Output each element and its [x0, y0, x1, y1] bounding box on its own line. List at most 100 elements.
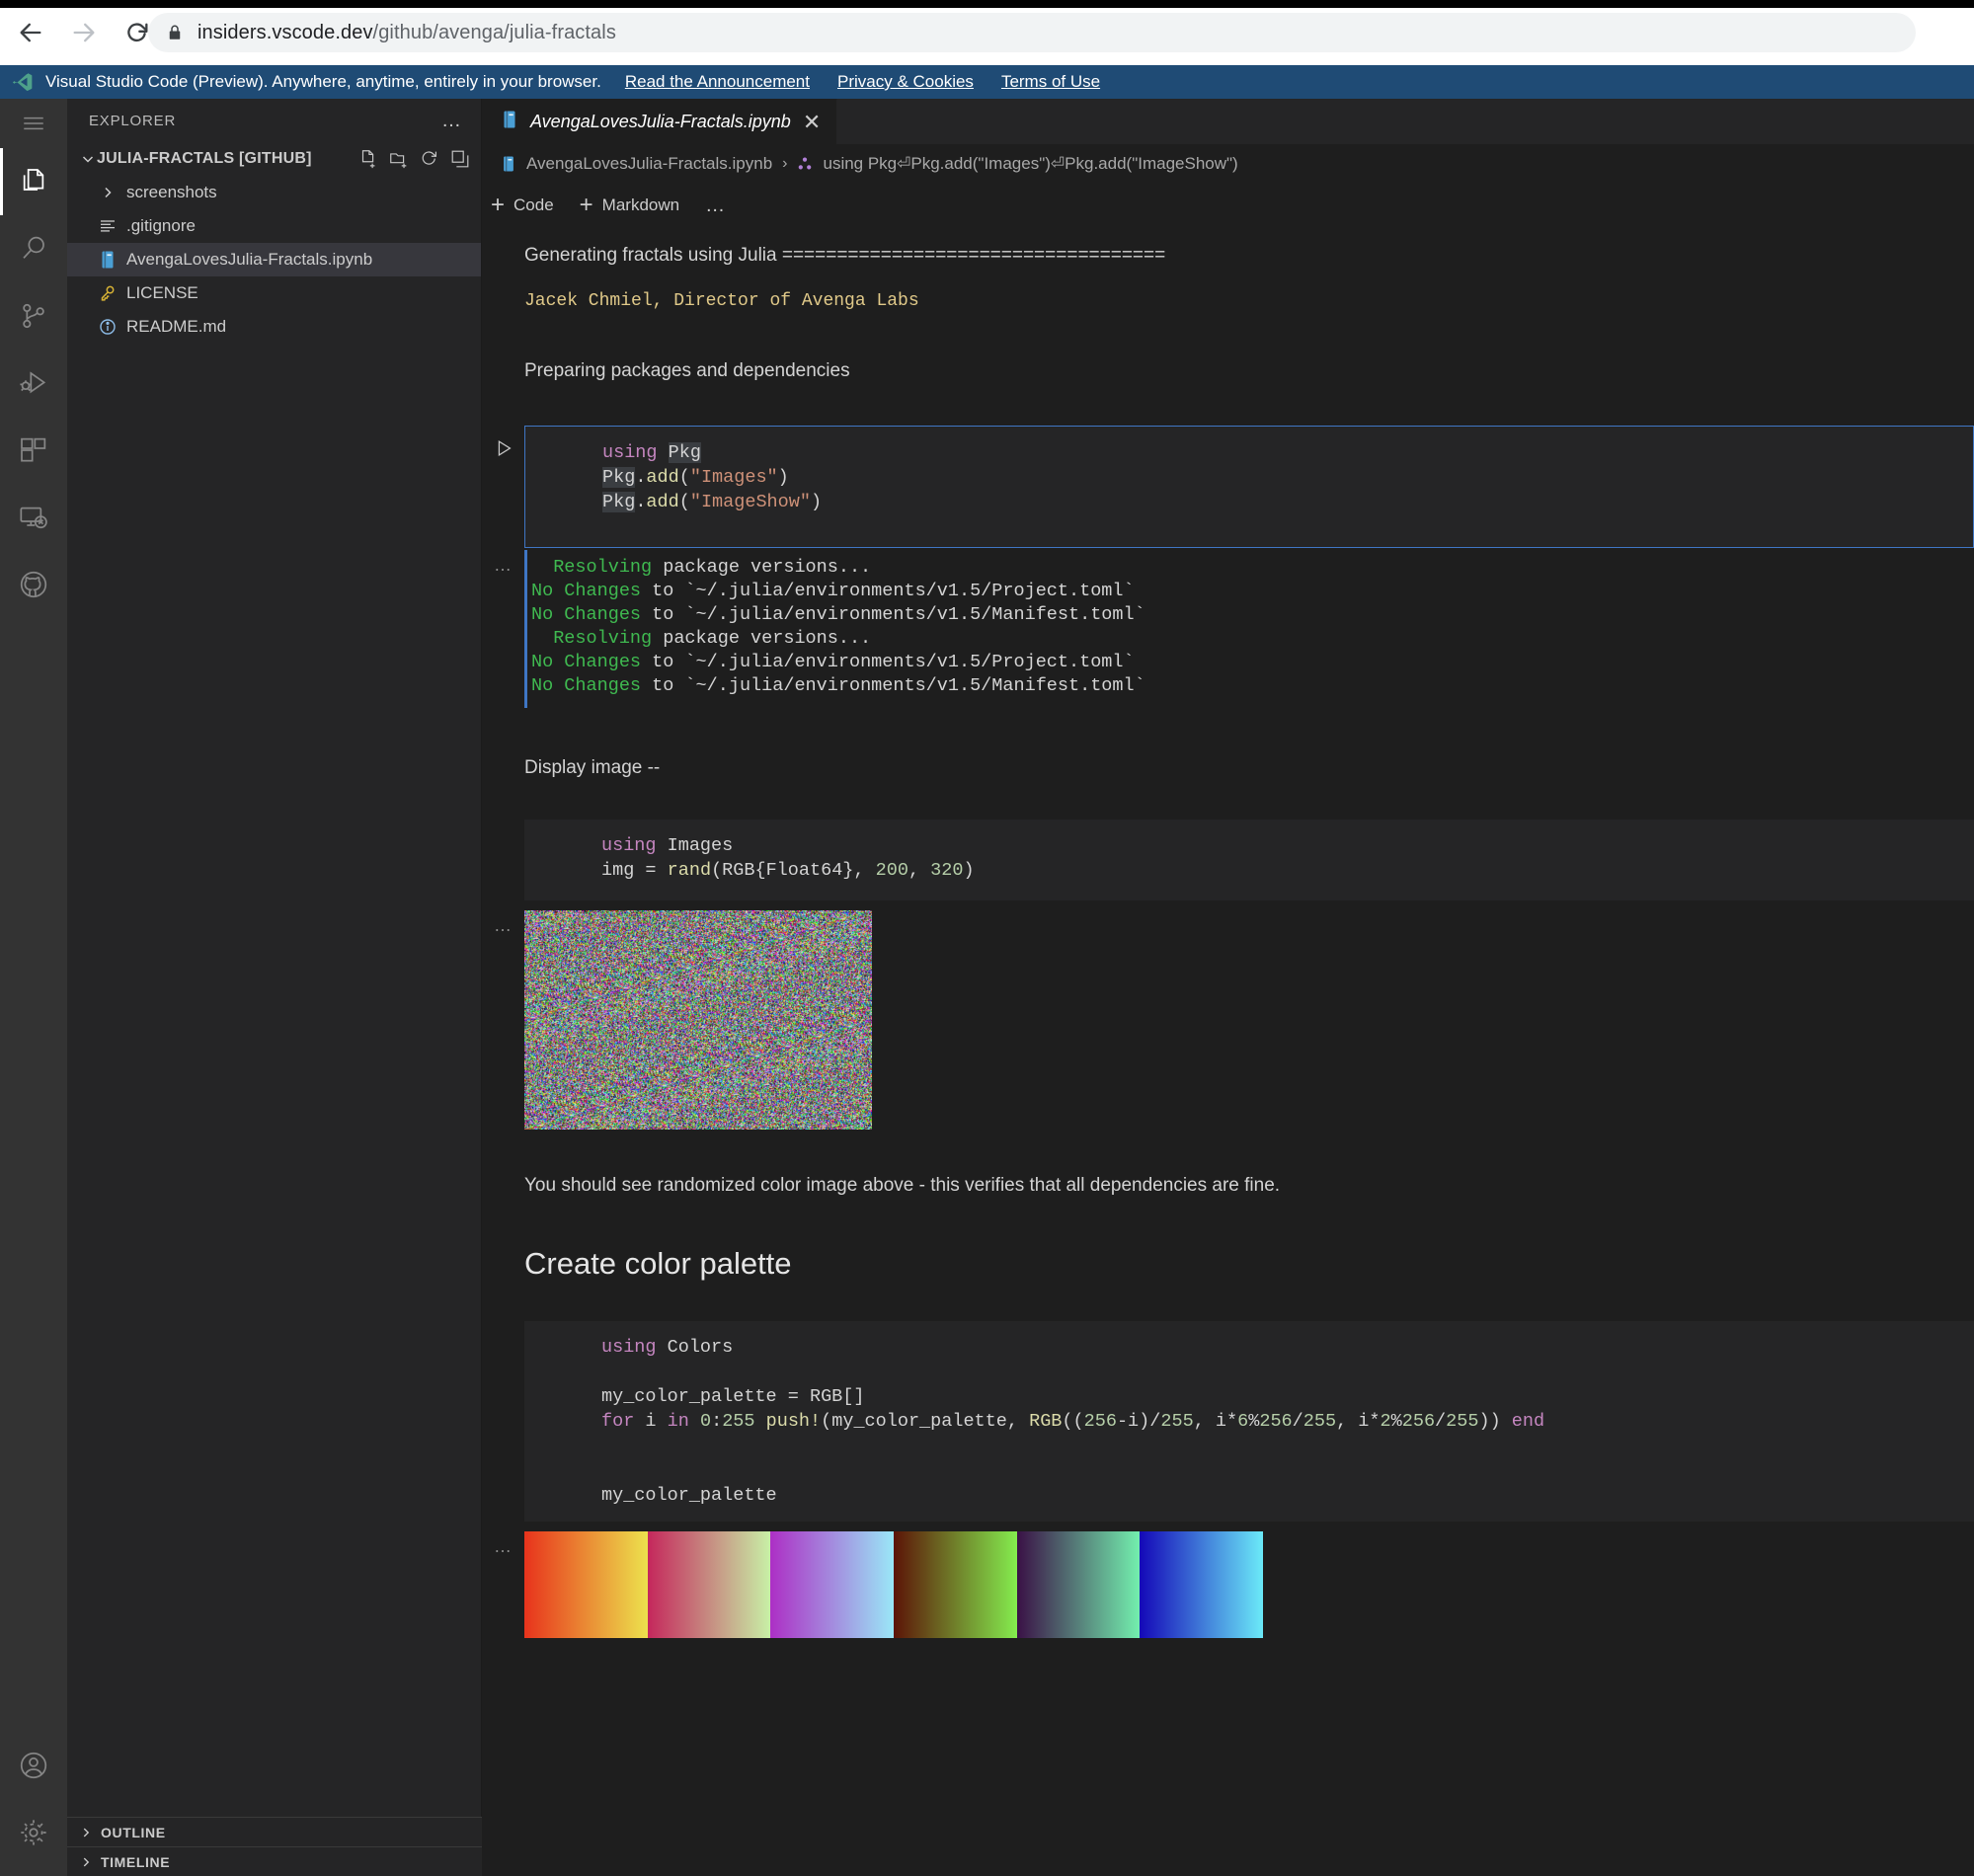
tree-item-gitignore[interactable]: .gitignore: [67, 209, 481, 243]
tree-item-notebook[interactable]: AvengaLovesJulia-Fractals.ipynb: [67, 243, 481, 276]
editor-tab-bar: AvengaLovesJulia-Fractals.ipynb ✕: [483, 99, 1974, 144]
forward-button[interactable]: [67, 16, 101, 49]
tree-item-label: LICENSE: [126, 283, 198, 302]
activity-item-extensions[interactable]: [0, 417, 67, 484]
code-editor[interactable]: using Images img = rand(RGB{Float64}, 20…: [524, 820, 1974, 901]
markdown-cell-heading-palette[interactable]: Create color palette: [483, 1201, 1974, 1282]
notebook-cell-list[interactable]: Generating fractals using Julia ========…: [483, 227, 1974, 1876]
collapse-all-icon[interactable]: [449, 148, 471, 170]
markdown-text: Jacek Chmiel, Director of Avenga Labs: [524, 291, 919, 312]
url-path: /github/avenga/julia-fractals: [372, 21, 616, 43]
tree-item-label: .gitignore: [126, 216, 196, 235]
markdown-cell-preparing[interactable]: Preparing packages and dependencies: [483, 311, 1974, 385]
refresh-icon[interactable]: [419, 148, 440, 170]
output-body: [524, 1530, 1974, 1638]
tab-avengalovesjulia-fractals[interactable]: AvengaLovesJulia-Fractals.ipynb ✕: [483, 99, 838, 144]
code-cell-palette[interactable]: using Colors my_color_palette = RGB[] fo…: [483, 1320, 1974, 1522]
markdown-cell-title[interactable]: Generating fractals using Julia ========…: [483, 227, 1974, 270]
output-cell-pkg[interactable]: … Resolving package versions... No Chang…: [483, 549, 1974, 708]
breadcrumb-item-symbol[interactable]: using Pkg⏎Pkg.add("Images")⏎Pkg.add("Ima…: [823, 154, 1237, 174]
code-editor[interactable]: using Pkg Pkg.add("Images") Pkg.add("Ima…: [524, 425, 1974, 548]
output-collapse-icon[interactable]: …: [483, 910, 524, 1130]
palette-band: [1016, 1530, 1141, 1638]
code-cell-pkg[interactable]: using Pkg Pkg.add("Images") Pkg.add("Ima…: [483, 425, 1974, 548]
chevron-right-icon: [77, 1853, 95, 1871]
explorer-root-label: JULIA-FRACTALS [GITHUB]: [97, 150, 312, 167]
address-bar[interactable]: insiders.vscode.dev/github/avenga/julia-…: [148, 13, 1916, 52]
code-source: using Images img = rand(RGB{Float64}, 20…: [601, 835, 975, 882]
output-color-palette: [524, 1530, 1264, 1638]
output-collapse-icon[interactable]: …: [483, 550, 524, 708]
sidebar-explorer: EXPLORER … JULIA-FRACTALS [GITHUB] scree…: [67, 99, 482, 1876]
browser-nav-buttons: [14, 10, 154, 55]
markdown-text: Generating fractals using Julia ========…: [524, 245, 1166, 266]
sidebar-section-timeline[interactable]: TIMELINE: [67, 1846, 482, 1876]
sidebar-section-label: TIMELINE: [101, 1853, 171, 1870]
markdown-cell-display-image[interactable]: Display image --: [483, 708, 1974, 782]
palette-band: [647, 1530, 771, 1638]
tree-item-label: AvengaLovesJulia-Fractals.ipynb: [126, 250, 373, 269]
markdown-text: Preparing packages and dependencies: [524, 360, 850, 382]
activity-item-search[interactable]: [0, 215, 67, 282]
banner-link-terms[interactable]: Terms of Use: [1001, 72, 1100, 92]
run-cell-button[interactable]: [483, 820, 524, 900]
activity-bar-bottom: [0, 1732, 67, 1876]
activity-item-explorer[interactable]: [0, 148, 67, 215]
tree-item-readme[interactable]: README.md: [67, 310, 481, 344]
sidebar-title: EXPLORER: [89, 112, 177, 129]
chevron-right-icon: ›: [782, 155, 788, 172]
vscode-workbench: EXPLORER … JULIA-FRACTALS [GITHUB] scree…: [0, 99, 1974, 1876]
notebook-toolbar-more-icon[interactable]: …: [705, 195, 727, 215]
activity-bar: [0, 99, 67, 1876]
output-cell-palette[interactable]: …: [483, 1530, 1974, 1638]
run-cell-button[interactable]: [483, 426, 524, 548]
breadcrumb: AvengaLovesJulia-Fractals.ipynb › using …: [483, 144, 1974, 184]
breadcrumb-notebook-icon: [501, 155, 516, 173]
gear-icon[interactable]: [0, 1799, 67, 1866]
output-collapse-icon[interactable]: …: [483, 1531, 524, 1638]
palette-band: [770, 1530, 895, 1638]
banner-link-privacy[interactable]: Privacy & Cookies: [837, 72, 974, 92]
run-cell-button[interactable]: [483, 1321, 524, 1522]
sidebar-more-icon[interactable]: …: [441, 111, 463, 130]
banner-text: Visual Studio Code (Preview). Anywhere, …: [45, 72, 601, 91]
back-button[interactable]: [14, 16, 47, 49]
breadcrumb-item-file[interactable]: AvengaLovesJulia-Fractals.ipynb: [526, 154, 772, 174]
tree-item-label: screenshots: [126, 183, 217, 201]
tree-item-label: README.md: [126, 317, 227, 336]
add-markdown-label: Markdown: [601, 195, 680, 214]
add-markdown-cell-button[interactable]: + Markdown: [580, 194, 680, 217]
close-icon[interactable]: ✕: [803, 111, 821, 133]
code-editor[interactable]: using Colors my_color_palette = RGB[] fo…: [524, 1320, 1974, 1522]
tree-item-screenshots[interactable]: screenshots: [67, 176, 481, 209]
activity-item-github[interactable]: [0, 551, 67, 618]
accounts-icon[interactable]: [0, 1732, 67, 1799]
activity-item-run-and-debug[interactable]: [0, 350, 67, 417]
output-body: Resolving package versions... No Changes…: [524, 549, 1974, 708]
address-bar-url: insiders.vscode.dev/github/avenga/julia-…: [197, 22, 616, 44]
new-folder-icon[interactable]: [388, 148, 410, 170]
output-cell-random-noise[interactable]: …: [483, 910, 1974, 1131]
chevron-down-icon: [79, 150, 97, 168]
symbol-namespace-icon: [797, 156, 813, 172]
tree-item-license[interactable]: LICENSE: [67, 276, 481, 310]
plus-icon: +: [491, 192, 506, 218]
markdown-cell-author[interactable]: Jacek Chmiel, Director of Avenga Labs: [483, 270, 1974, 311]
chevron-right-icon: [77, 1824, 95, 1841]
activity-item-remote-explorer[interactable]: [0, 484, 67, 551]
add-code-cell-button[interactable]: + Code: [491, 192, 554, 218]
code-source: using Pkg Pkg.add("Images") Pkg.add("Ima…: [602, 441, 823, 512]
new-file-icon[interactable]: [357, 148, 379, 170]
chevron-right-icon: [97, 182, 118, 203]
activity-item-source-control[interactable]: [0, 282, 67, 350]
code-cell-rand-image[interactable]: using Images img = rand(RGB{Float64}, 20…: [483, 820, 1974, 901]
menu-icon[interactable]: [0, 99, 67, 148]
explorer-root-row[interactable]: JULIA-FRACTALS [GITHUB]: [67, 142, 481, 176]
markdown-cell-verify[interactable]: You should see randomized color image ab…: [483, 1130, 1974, 1200]
add-code-label: Code: [513, 195, 554, 214]
sidebar-section-outline[interactable]: OUTLINE: [67, 1817, 482, 1846]
banner-link-announcement[interactable]: Read the Announcement: [625, 72, 810, 92]
lock-icon: [166, 24, 184, 41]
license-key-icon: [97, 282, 118, 304]
output-body: [524, 910, 1974, 1131]
